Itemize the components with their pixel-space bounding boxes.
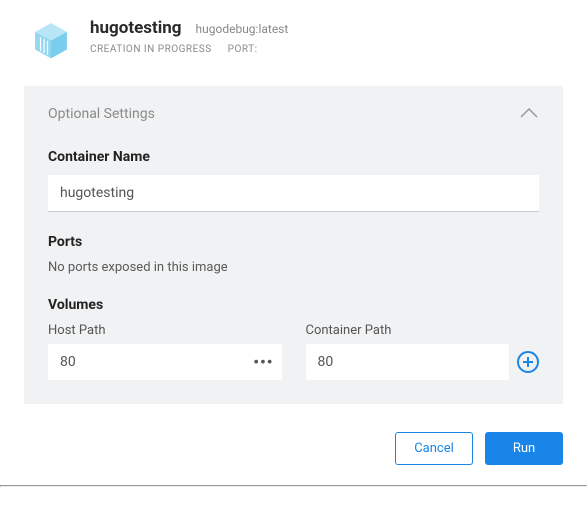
ports-empty-message: No ports exposed in this image	[48, 260, 539, 275]
header: hugotesting hugodebug:latest CREATION IN…	[0, 0, 587, 78]
panel-title: Optional Settings	[48, 106, 155, 122]
footer: Cancel Run	[0, 404, 587, 485]
volumes-label: Volumes	[48, 297, 539, 313]
container-name-input[interactable]	[48, 175, 539, 212]
dialog: hugotesting hugodebug:latest CREATION IN…	[0, 0, 587, 487]
divider	[0, 485, 587, 487]
container-title: hugotesting	[90, 18, 182, 38]
container-name-section: Container Name	[48, 149, 539, 212]
container-icon	[30, 18, 72, 60]
cancel-button[interactable]: Cancel	[395, 432, 473, 465]
ports-label: Ports	[48, 234, 539, 250]
container-path-input[interactable]	[306, 344, 510, 380]
browse-host-path-button[interactable]: •••	[253, 353, 273, 372]
optional-settings-panel: Optional Settings Container Name Ports N…	[24, 86, 563, 404]
host-path-input[interactable]	[48, 344, 282, 380]
run-button[interactable]: Run	[485, 432, 563, 465]
add-volume-button[interactable]	[517, 351, 539, 373]
container-name-label: Container Name	[48, 149, 539, 165]
ports-section: Ports No ports exposed in this image	[48, 234, 539, 275]
container-path-label: Container Path	[306, 323, 540, 338]
chevron-up-icon[interactable]	[519, 104, 539, 123]
status-text: CREATION IN PROGRESS	[90, 44, 212, 55]
host-path-label: Host Path	[48, 323, 282, 338]
volumes-section: Volumes Host Path ••• Container Path	[48, 297, 539, 380]
image-tag: hugodebug:latest	[196, 22, 289, 36]
panel-header[interactable]: Optional Settings	[48, 104, 539, 123]
header-info: hugotesting hugodebug:latest CREATION IN…	[90, 18, 563, 55]
port-label: PORT:	[228, 44, 258, 55]
